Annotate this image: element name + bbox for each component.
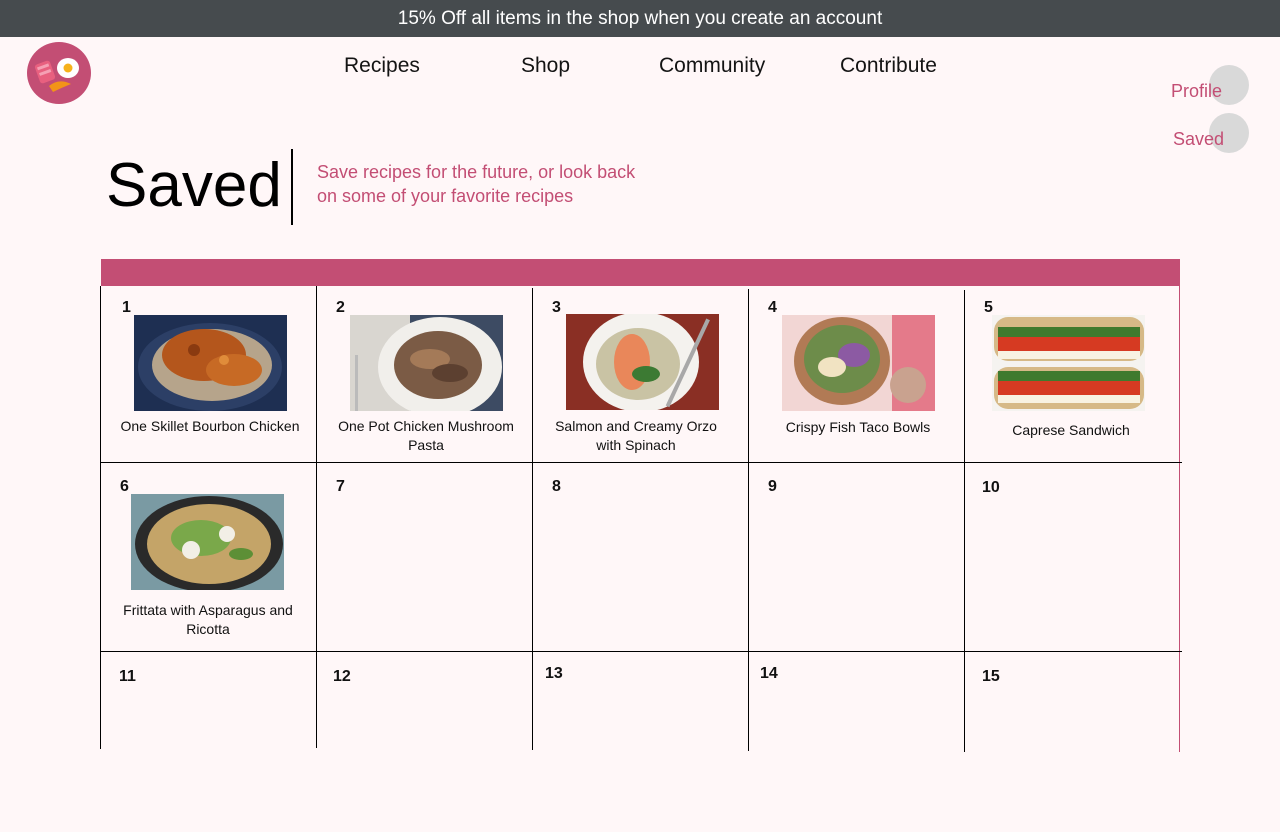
page-subtitle: Save recipes for the future, or look bac… <box>317 162 636 206</box>
recipe-image[interactable] <box>134 315 287 411</box>
grid-line <box>100 286 101 749</box>
recipe-title[interactable]: One Pot Chicken Mushroom Pasta <box>331 417 521 455</box>
promo-text: 15% Off all items in the shop when you c… <box>397 7 883 29</box>
cell-number: 15 <box>982 668 1000 685</box>
nav-community[interactable]: Community <box>659 54 765 78</box>
cell-number: 10 <box>982 479 1000 496</box>
nav-contribute[interactable]: Contribute <box>840 54 937 78</box>
cell-number: 13 <box>545 665 563 682</box>
cell-number: 8 <box>552 478 561 495</box>
recipe-title[interactable]: One Skillet Bourbon Chicken <box>115 417 305 436</box>
recipe-image[interactable] <box>131 494 284 590</box>
cell-number: 9 <box>768 478 777 495</box>
cell-number: 11 <box>119 668 136 685</box>
grid-line <box>964 290 965 752</box>
recipe-title[interactable]: Frittata with Asparagus and Ricotta <box>113 601 303 639</box>
grid-line <box>316 286 317 748</box>
cell-number: 3 <box>552 299 561 316</box>
grid-line <box>101 462 1182 463</box>
nav-shop[interactable]: Shop <box>521 54 570 78</box>
grid-line <box>532 288 533 750</box>
saved-link[interactable]: Saved <box>1173 129 1224 150</box>
grid-header-bar <box>101 259 1180 286</box>
cell-number: 2 <box>336 299 345 316</box>
recipe-title[interactable]: Salmon and Creamy Orzo with Spinach <box>541 417 731 455</box>
cell-number: 1 <box>122 299 131 316</box>
site-logo[interactable] <box>27 42 91 104</box>
cell-number: 14 <box>760 665 778 682</box>
page-title: Saved <box>106 151 282 220</box>
cell-number: 12 <box>333 668 351 685</box>
recipe-image[interactable] <box>782 315 935 411</box>
nav-recipes[interactable]: Recipes <box>344 54 420 78</box>
logo-food-icon <box>34 58 79 92</box>
recipe-image[interactable] <box>992 315 1145 411</box>
promo-banner[interactable]: 15% Off all items in the shop when you c… <box>0 0 1280 37</box>
recipe-image[interactable] <box>566 314 719 410</box>
recipe-title[interactable]: Caprese Sandwich <box>976 421 1166 440</box>
cell-number: 6 <box>120 478 129 495</box>
recipe-image[interactable] <box>350 315 503 411</box>
title-divider <box>291 149 293 225</box>
grid-line <box>748 289 749 751</box>
cell-number: 7 <box>336 478 345 495</box>
profile-link[interactable]: Profile <box>1171 81 1222 102</box>
grid-line <box>101 651 1182 652</box>
recipe-title[interactable]: Crispy Fish Taco Bowls <box>763 418 953 437</box>
grid-line <box>1179 286 1180 752</box>
cell-number: 4 <box>768 299 777 316</box>
